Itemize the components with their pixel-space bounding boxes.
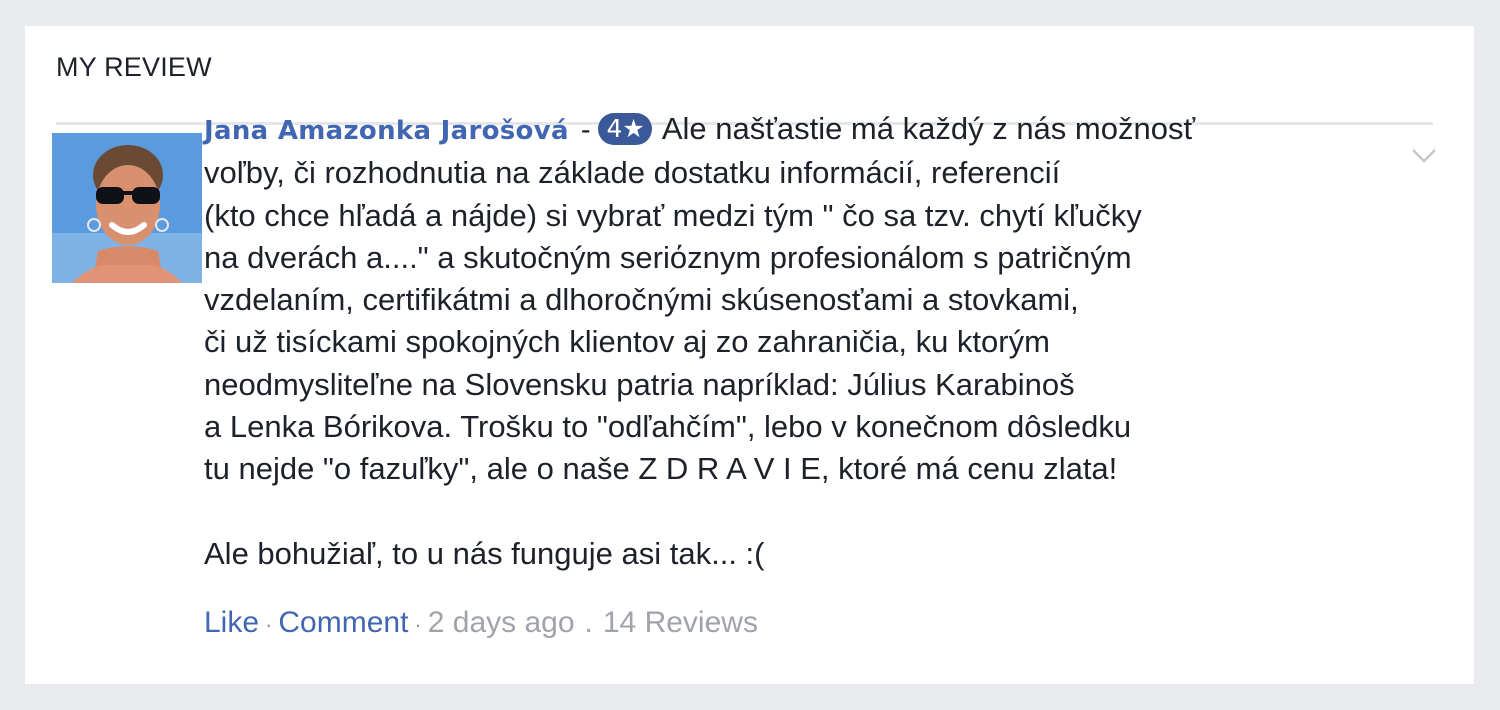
author-separator: -	[580, 114, 591, 146]
review-count: 14 Reviews	[602, 606, 758, 639]
chevron-down-icon[interactable]	[1407, 140, 1441, 170]
review-text-line: či už tisíckami spokojných klientov aj z…	[204, 324, 1050, 360]
author-name-link[interactable]: Jana Amazonka Jarošová	[204, 116, 569, 146]
review-closing-line: Ale bohužiaľ, to u nás funguje asi tak..…	[204, 535, 765, 571]
comment-link[interactable]: Comment	[278, 606, 408, 639]
timestamp[interactable]: 2 days ago	[428, 606, 575, 639]
review-content: Jana Amazonka Jarošová -4★ Ale našťastie m…	[204, 108, 1384, 575]
meta-separator: ·	[414, 612, 422, 637]
review-text-line: voľby, či rozhodnutia na základe dostatk…	[204, 155, 1061, 191]
like-link[interactable]: Like	[204, 606, 259, 639]
review-text-line: neodmysliteľne na Slovensku patria naprí…	[204, 366, 1075, 402]
review-text-line: vzdelaním, certifikátmi a dlhoročnými sk…	[204, 282, 1079, 318]
review-text-line: a Lenka Bórikova. Trošku to "odľahčím", …	[204, 409, 1132, 445]
review-text-line: Ale našťastie má každý z nás možnosť	[661, 111, 1196, 146]
profile-photo-icon	[52, 133, 202, 283]
avatar[interactable]	[52, 133, 202, 283]
review-line-1: Jana Amazonka Jarošová -4★ Ale našťastie m…	[204, 108, 1384, 152]
meta-separator: ·	[265, 612, 273, 637]
action-bar: Like · Comment · 2 days ago. 14 Reviews	[204, 603, 758, 645]
section-title: MY REVIEW	[56, 52, 212, 82]
review-text-line: na dverách a...." a skutočným seriόznym …	[204, 239, 1132, 275]
review-text-line: (kto chce hľadá a nájde) si vybrať medzi…	[204, 197, 1142, 233]
meta-separator: .	[584, 606, 593, 639]
review-text-line: tu nejde "o fazuľky", ale o naše Z D R A…	[204, 451, 1118, 487]
rating-badge: 4★	[598, 113, 652, 145]
